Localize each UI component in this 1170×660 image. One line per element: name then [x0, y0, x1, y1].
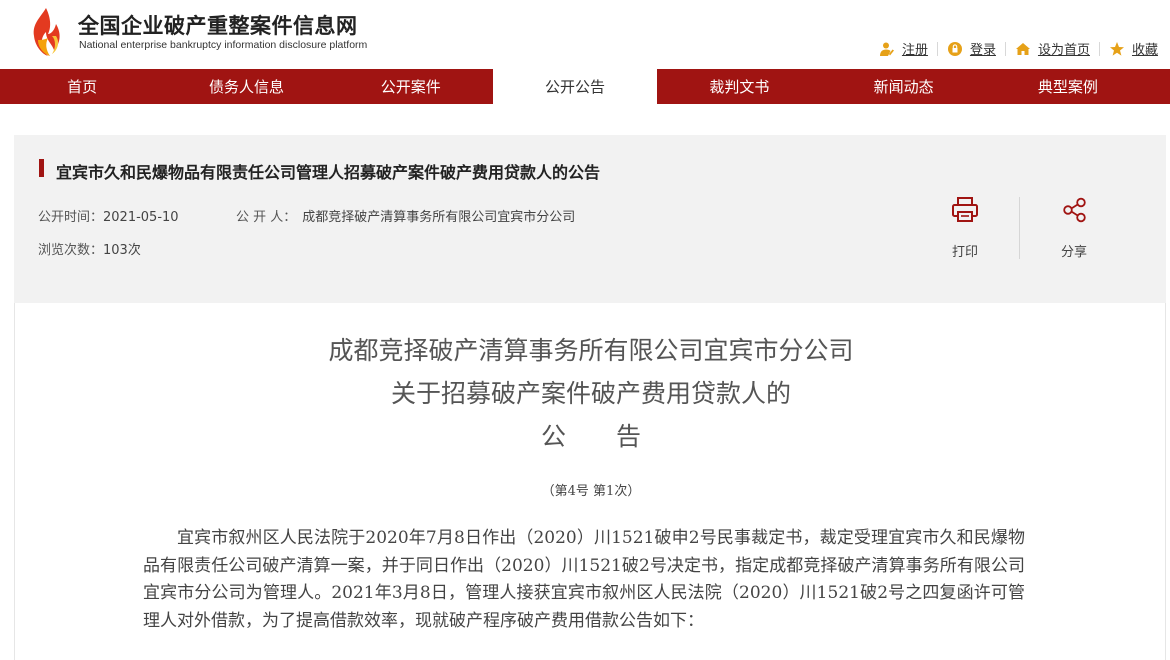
- view-count-label: 浏览次数：: [38, 243, 104, 258]
- document-number: （第4号 第1次）: [541, 484, 641, 499]
- login-icon: [947, 41, 963, 57]
- publish-time-label: 公开时间：: [38, 210, 104, 225]
- set-homepage-label: 设为首页: [1037, 43, 1090, 58]
- nav-item-judgments[interactable]: 裁判文书: [657, 69, 821, 104]
- register-link[interactable]: 注册: [879, 39, 928, 58]
- document-title-line-3: 公 告: [540, 422, 641, 451]
- document-title-line-1: 成都竞择破产清算事务所有限公司宜宾市分公司: [328, 336, 854, 365]
- print-label: 打印: [951, 245, 978, 260]
- divider: [1098, 41, 1100, 56]
- notice-title: 宜宾市久和民爆物品有限责任公司管理人招募破产案件破产费用贷款人的公告: [56, 163, 601, 182]
- home-icon: [1015, 41, 1031, 57]
- nav-item-news[interactable]: 新闻动态: [821, 69, 985, 104]
- share-icon: [1063, 197, 1086, 223]
- login-label: 登录: [969, 43, 996, 58]
- site-title: 全国企业破产重整案件信息网: [78, 14, 358, 38]
- notice-info-panel: 宜宾市久和民爆物品有限责任公司管理人招募破产案件破产费用贷款人的公告 公开时间：…: [14, 135, 1166, 303]
- site-header: 全国企业破产重整案件信息网 National enterprise bankru…: [0, 0, 1170, 68]
- publish-time-value: 2021-05-10: [103, 210, 179, 225]
- nav-item-public-cases[interactable]: 公开案件: [329, 69, 493, 104]
- star-icon: [1109, 41, 1125, 57]
- nav-item-typical-cases[interactable]: 典型案例: [986, 69, 1150, 104]
- set-homepage-link[interactable]: 设为首页: [1015, 39, 1090, 58]
- nav-item-public-notices[interactable]: 公开公告: [492, 69, 658, 104]
- notice-content: 成都竞择破产清算事务所有限公司宜宾市分公司 关于招募破产案件破产费用贷款人的 公…: [14, 303, 1166, 660]
- site-subtitle: National enterprise bankruptcy informati…: [79, 39, 368, 51]
- action-divider: [1019, 197, 1020, 259]
- publisher-label: 公 开 人：: [236, 210, 297, 225]
- print-button[interactable]: 打印: [935, 195, 995, 260]
- document-body: 宜宾市叙州区人民法院于2020年7月8日作出（2020）川1521破申2号民事裁…: [143, 528, 1025, 631]
- publisher: 公 开 人： 成都竞择破产清算事务所有限公司宜宾市分公司: [236, 206, 575, 225]
- publish-time: 公开时间：2021-05-10: [38, 206, 179, 225]
- flame-logo-icon[interactable]: [26, 6, 66, 58]
- share-button[interactable]: 分享: [1044, 195, 1104, 260]
- favorite-label: 收藏: [1131, 43, 1158, 58]
- document-title-line-2: 关于招募破产案件破产费用贷款人的: [390, 379, 791, 408]
- view-count-value: 103次: [103, 243, 141, 258]
- main-nav: 首页 债务人信息 公开案件 公开公告 裁判文书 新闻动态 典型案例: [0, 69, 1170, 104]
- top-links: 注册 登录 设为首页 收藏: [879, 39, 1158, 58]
- share-label: 分享: [1060, 245, 1087, 260]
- divider: [936, 41, 938, 56]
- publisher-value: 成都竞择破产清算事务所有限公司宜宾市分公司: [302, 210, 576, 225]
- register-label: 注册: [901, 43, 928, 58]
- divider: [1004, 41, 1006, 56]
- user-icon: [879, 41, 895, 57]
- login-link[interactable]: 登录: [947, 39, 996, 58]
- favorite-link[interactable]: 收藏: [1109, 39, 1158, 58]
- nav-item-debtor-info[interactable]: 债务人信息: [164, 69, 328, 104]
- printer-icon: [952, 197, 978, 222]
- view-count: 浏览次数：103次: [38, 239, 141, 258]
- nav-item-home[interactable]: 首页: [0, 69, 164, 104]
- title-accent-bar: [39, 159, 44, 177]
